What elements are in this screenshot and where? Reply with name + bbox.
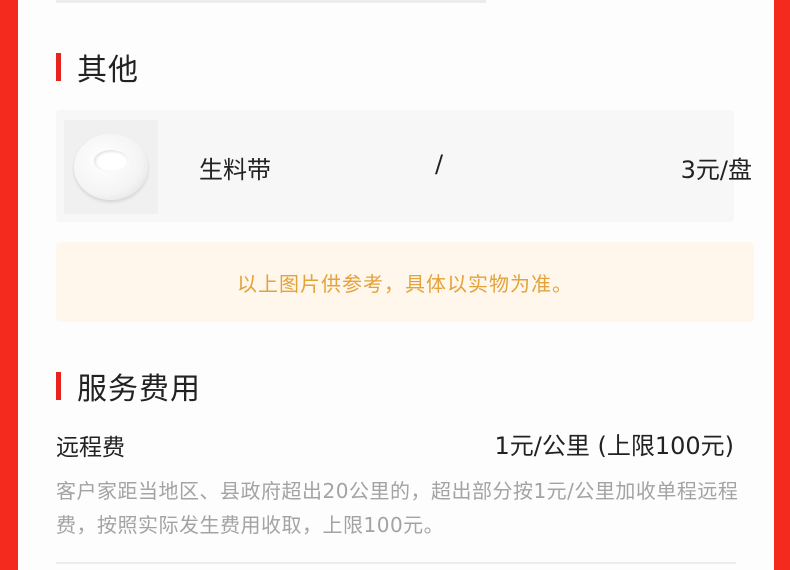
section-title-other: 其他 [56,45,139,89]
fee-price: 1元/公里 (上限100元) [494,432,734,460]
fee-name: 远程费 [56,435,125,461]
right-red-border [774,0,790,570]
notice-text: 以上图片供参考，具体以实物为准。 [237,271,573,296]
reference-notice: 以上图片供参考，具体以实物为准。 [56,242,754,322]
left-red-border [0,0,18,570]
tape-roll-hole [94,150,128,172]
product-price: 3元/盘 [680,156,752,184]
divider-bottom [56,562,736,564]
product-row-ptfe-tape: 生料带 / 3元/盘 [56,110,752,222]
section-title-text: 服务费用 [77,372,201,407]
fee-description: 客户家距当地区、县政府超出20公里的，超出部分按1元/公里加收单程远程费，按照实… [56,479,739,537]
product-spec: / [435,150,444,178]
section-title-text: 其他 [77,53,139,88]
divider-top [56,0,486,3]
section-accent-bar [56,372,61,400]
section-accent-bar [56,53,61,81]
section-title-service-fees: 服务费用 [56,364,201,408]
ptfe-tape-image [64,120,158,214]
product-name: 生料带 [199,156,271,184]
content-card: 其他 生料带 / 3元/盘 以上图片供参考，具体以实物为准。 服务费用 远程费 … [18,0,774,570]
